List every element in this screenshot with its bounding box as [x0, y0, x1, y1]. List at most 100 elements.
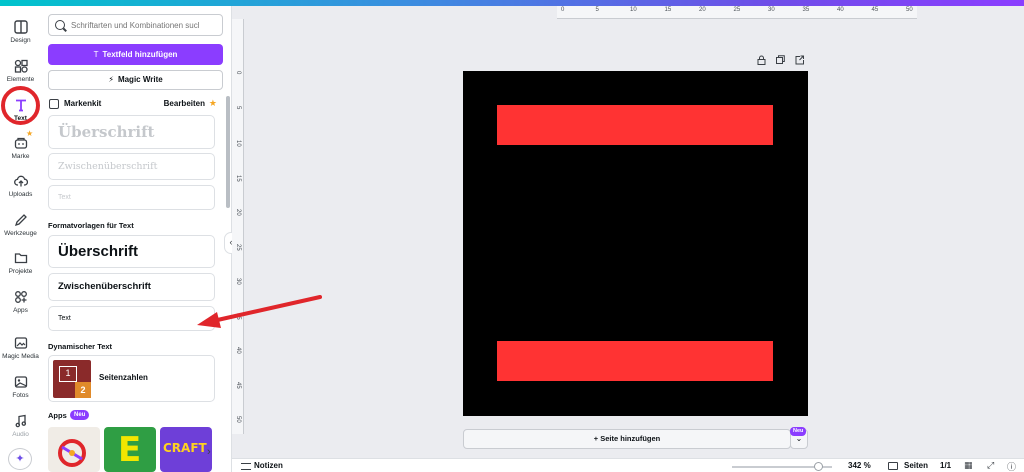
rail-item-design[interactable]: Design [0, 16, 41, 52]
template-subheading[interactable]: Zwischenüberschrift [48, 273, 215, 301]
rail-label: Apps [13, 307, 28, 314]
ruler-tick-label: 50 [906, 7, 913, 13]
rail-item-uploads[interactable]: Uploads [0, 170, 41, 206]
premium-star-icon: ★ [26, 129, 34, 138]
duplicate-icon[interactable] [776, 55, 785, 65]
app-tile-2-letter: E [118, 430, 142, 470]
rail-item-audio[interactable]: Audio [0, 410, 41, 446]
ruler-tick-label: 30 [235, 278, 241, 285]
ruler-tick-label: 20 [235, 209, 241, 216]
lock-icon[interactable] [757, 55, 766, 65]
rail-label: Audio [12, 431, 29, 438]
ruler-tick-label: 30 [768, 7, 775, 13]
ruler-tick-label: 15 [664, 7, 672, 13]
brand-heading-sample: Überschrift [58, 123, 155, 141]
template-subheading-sample: Zwischenüberschrift [58, 281, 151, 292]
red-rectangle-top[interactable] [497, 105, 773, 145]
brand-kit-title: Markenkit [64, 99, 102, 108]
search-icon [55, 20, 65, 30]
page-numbers-thumbnail: 1 2 [53, 360, 91, 398]
notes-button[interactable]: Notizen [254, 461, 283, 470]
zoom-slider-handle[interactable] [814, 462, 823, 471]
brand-subheading-style[interactable]: Zwischenüberschrift [48, 153, 215, 180]
music-note-icon [14, 414, 28, 428]
zoom-level[interactable]: 342 % [848, 461, 871, 470]
fullscreen-icon[interactable]: ⤢ [987, 460, 994, 471]
app-tile-1[interactable] [48, 427, 100, 472]
rail-label: Marke [11, 153, 30, 160]
brand-kit-edit-link[interactable]: Bearbeiten [164, 99, 205, 108]
ruler-tick-label: 35 [802, 7, 810, 13]
add-page-button[interactable]: + Seite hinzufügen [463, 429, 791, 449]
font-search-box[interactable] [48, 14, 223, 36]
ruler-tick-label: 40 [837, 7, 844, 13]
new-badge: Neu [790, 427, 807, 436]
text-box-icon: T [93, 50, 99, 59]
magic-media-icon [14, 336, 28, 350]
template-body-sample: Text [58, 315, 71, 322]
panel-scrollbar[interactable] [226, 96, 230, 208]
thumb-number-2: 2 [75, 382, 91, 398]
thumb-number-1: 1 [59, 366, 77, 382]
rail-label: Projekte [8, 268, 33, 275]
left-rail: Design Elemente Text Marke Uploads Werkz… [0, 6, 41, 472]
page-count: 1/1 [940, 461, 952, 470]
ruler-tick-label: 0 [235, 71, 241, 75]
folder-icon [14, 251, 28, 265]
ruler-tick-label: 5 [235, 105, 241, 109]
app-tile-2[interactable]: E [104, 427, 156, 472]
grid-view-icon[interactable]: ▦ [964, 460, 973, 471]
apps-title: Apps [48, 411, 67, 420]
design-page[interactable] [463, 71, 808, 416]
brand-body-style[interactable]: Text [48, 185, 215, 210]
ruler-tick-label: 25 [733, 7, 741, 13]
new-badge: Neu [70, 410, 90, 420]
ruler-tick-label: 25 [235, 243, 241, 251]
rail-label: Magic Media [2, 353, 39, 360]
magic-write-button[interactable]: ⚡ Magic Write [48, 70, 223, 90]
rail-label: Design [10, 37, 31, 44]
brand-body-sample: Text [58, 194, 71, 201]
red-arrow-annotation [197, 295, 322, 328]
ruler-tick-label: 5 [595, 7, 599, 13]
pages-icon [888, 462, 898, 470]
chevron-right-icon[interactable]: › [207, 446, 211, 458]
top-ruler: 0 5 10 15 20 25 30 35 40 45 50 [557, 6, 917, 19]
template-body[interactable]: Text [48, 306, 215, 331]
brand-subheading-sample: Zwischenüberschrift [58, 161, 158, 172]
text-panel: TTextfeld hinzufügen ⚡Magic Write Marken… [41, 6, 232, 472]
magic-sparkle-button[interactable]: ✦ [8, 448, 32, 470]
app-tile-3[interactable]: CRAFT [160, 427, 212, 472]
rail-item-tools[interactable]: Werkzeuge [0, 209, 41, 245]
photo-icon [14, 375, 28, 389]
ruler-tick-label: 10 [235, 140, 241, 147]
premium-star-icon: ★ [208, 98, 217, 108]
page-numbers-card[interactable]: 1 2 Seitenzahlen [48, 355, 215, 402]
rail-label: Fotos [12, 392, 29, 399]
rail-item-brand[interactable]: Marke [0, 132, 41, 168]
ruler-tick-label: 45 [871, 7, 879, 13]
notes-icon [241, 463, 251, 470]
rail-label: Elemente [6, 76, 35, 83]
add-page-icon[interactable] [795, 55, 804, 65]
rail-item-apps[interactable]: Apps [0, 286, 41, 322]
font-search-input[interactable] [71, 18, 221, 32]
brand-heading-style[interactable]: Überschrift [48, 115, 215, 149]
page-toolbar [757, 55, 807, 67]
pages-button[interactable]: Seiten [904, 461, 928, 470]
red-rectangle-bottom[interactable] [497, 341, 773, 381]
page-numbers-label: Seitenzahlen [99, 373, 148, 382]
ruler-tick-label: 50 [235, 416, 241, 423]
rail-item-projects[interactable]: Projekte [0, 247, 41, 283]
cloud-upload-icon [13, 174, 28, 188]
ruler-tick-label: 0 [561, 7, 565, 13]
app-logo-icon [58, 439, 86, 467]
ruler-tick-label: 15 [235, 174, 241, 182]
help-icon[interactable]: ⓘ [1007, 460, 1016, 472]
pen-icon [14, 213, 28, 227]
template-heading[interactable]: Überschrift [48, 235, 215, 268]
magic-wand-icon: ⚡ [108, 75, 114, 84]
rail-item-photos[interactable]: Fotos [0, 371, 41, 407]
rail-item-magic-media[interactable]: Magic Media [0, 332, 41, 368]
add-textbox-button[interactable]: T Textfeld hinzufügen [48, 44, 223, 65]
